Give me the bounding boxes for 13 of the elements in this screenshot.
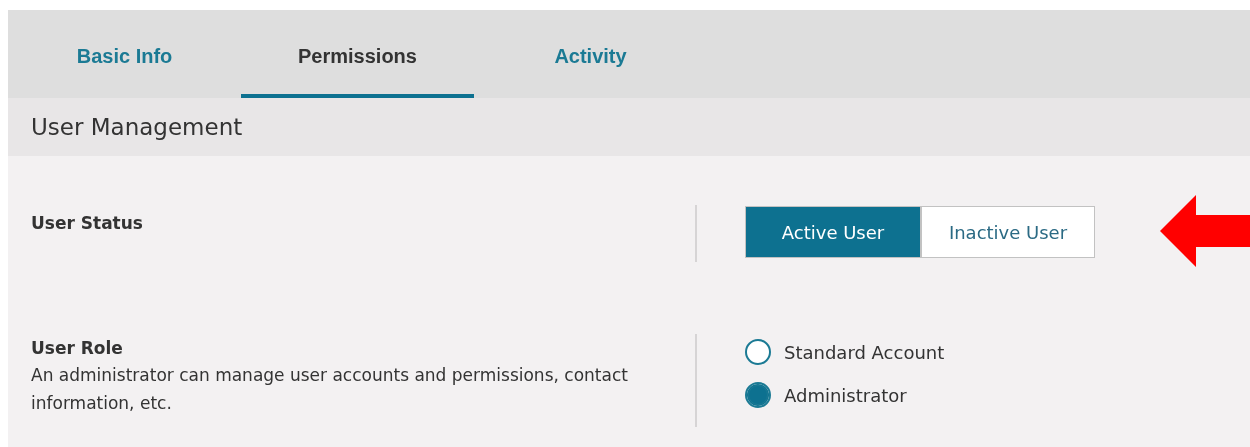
- radio-button[interactable]: [745, 339, 771, 365]
- tab[interactable]: Basic Info: [8, 10, 241, 98]
- field-description: An administrator can manage user accounts and permissions, contact information, etc.: [31, 364, 629, 415]
- section-title: User Management: [31, 114, 243, 140]
- field-label: User Role: [31, 338, 124, 358]
- toggle-option[interactable]: Inactive User: [920, 207, 1094, 257]
- field-label: User Status: [31, 213, 144, 233]
- tab[interactable]: Activity: [474, 10, 707, 98]
- radio-label[interactable]: Administrator: [784, 384, 907, 406]
- radio-label[interactable]: Standard Account: [784, 341, 945, 363]
- radio-button[interactable]: [745, 382, 771, 408]
- arrow-icon: [1160, 195, 1250, 267]
- toggle-option[interactable]: Active User: [746, 207, 920, 257]
